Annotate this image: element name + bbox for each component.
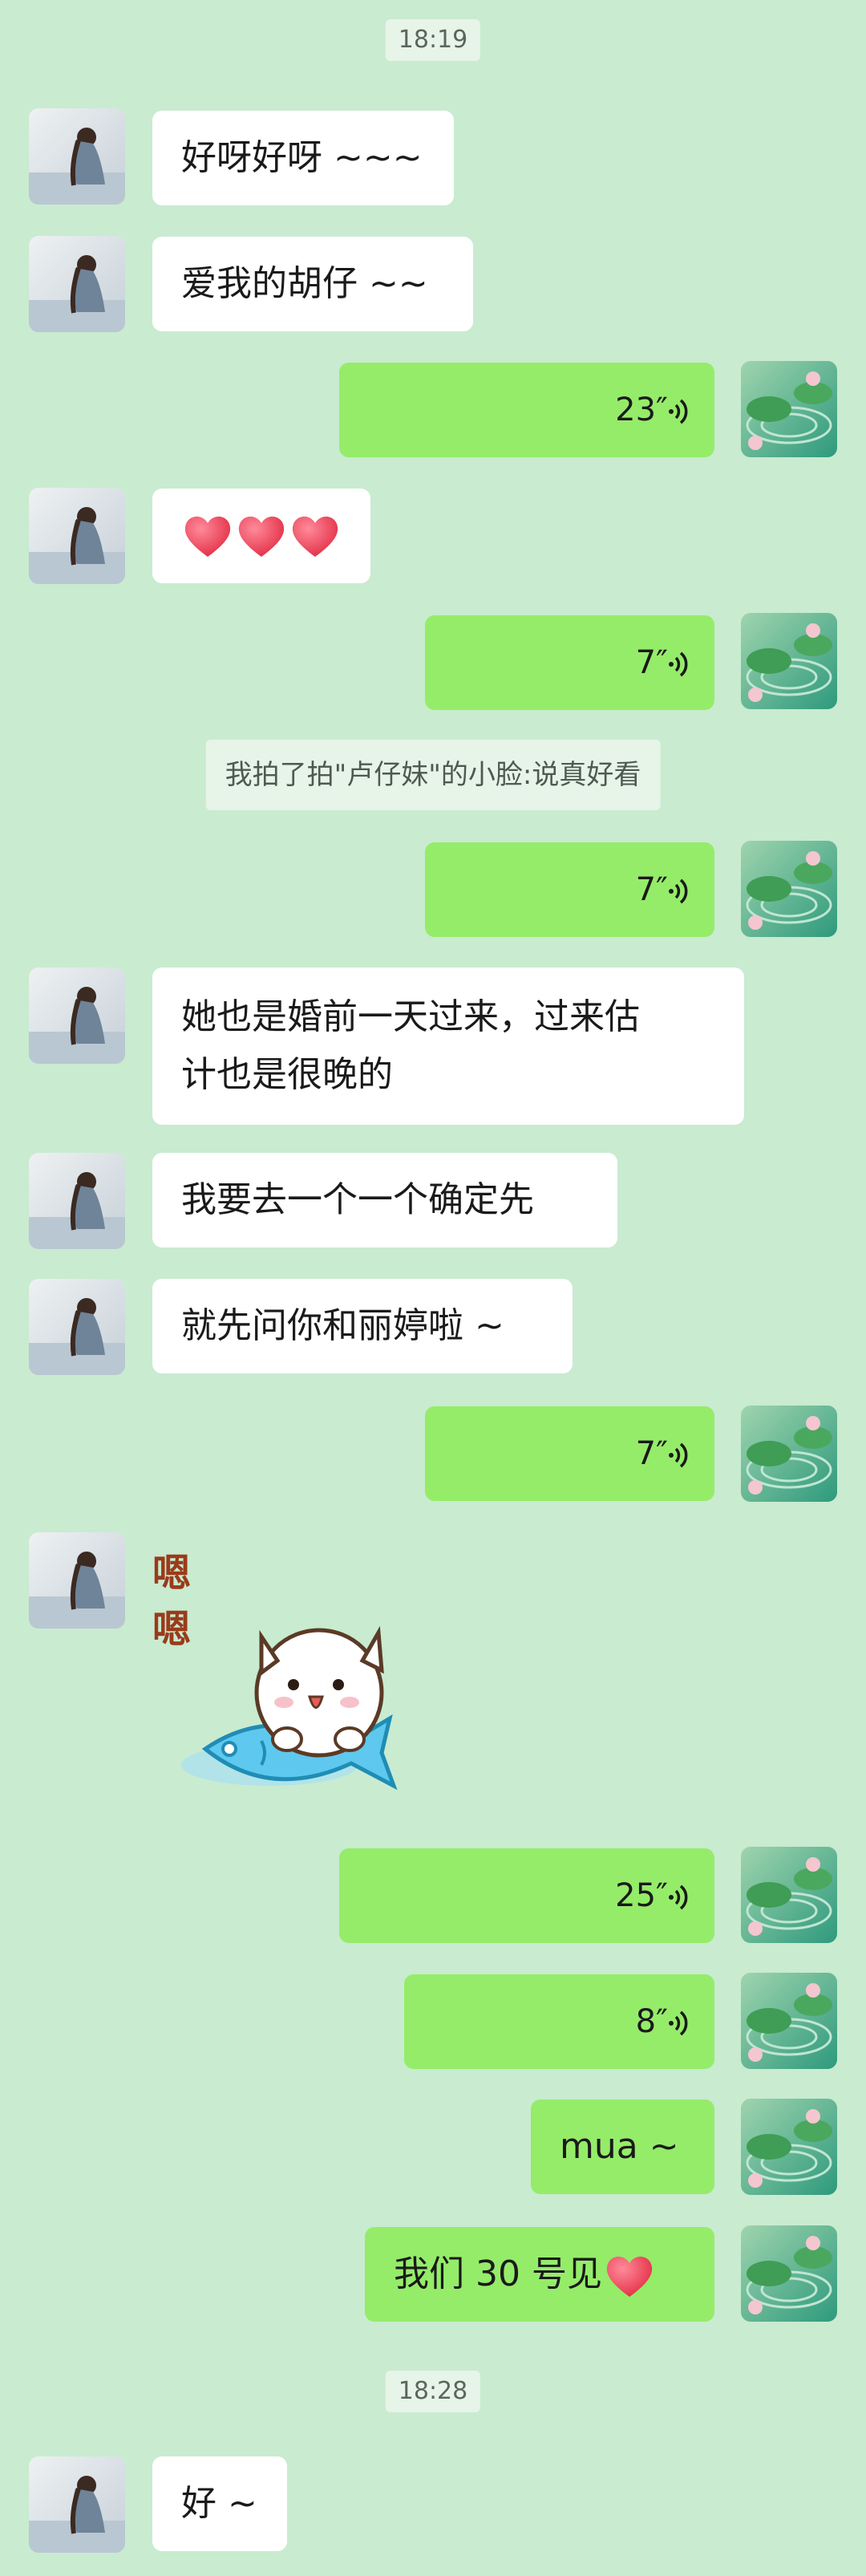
voice-duration: 25″ [615, 1877, 668, 1914]
cat-on-fish-sticker[interactable]: 嗯嗯 [149, 1532, 438, 1821]
contact-avatar[interactable] [29, 236, 125, 332]
voice-duration: 7″ [635, 644, 668, 681]
contact-avatar[interactable] [29, 488, 125, 584]
message-bubble[interactable] [152, 489, 370, 583]
message-text-line: 她也是婚前一天过来，过来估 [181, 996, 640, 1037]
contact-avatar[interactable] [29, 968, 125, 1064]
message-bubble[interactable]: mua ~ [531, 2099, 714, 2194]
message-text: 我要去一个一个确定先 [181, 1179, 534, 1220]
my-avatar[interactable] [741, 841, 837, 937]
sticker-text: 嗯嗯 [152, 1551, 192, 1652]
voice-duration: 8″ [635, 2003, 668, 2040]
message-text: 好呀好呀 ~~~ [181, 137, 423, 178]
my-avatar[interactable] [741, 1406, 837, 1502]
heart-emoji-icon [606, 2256, 653, 2297]
voice-wave-icon [669, 2010, 688, 2036]
message-text: 我们 30 号见 [394, 2253, 602, 2294]
contact-avatar[interactable] [29, 1153, 125, 1249]
message-bubble[interactable]: 好 ~ [152, 2456, 287, 2551]
my-avatar[interactable] [741, 1973, 837, 2069]
voice-wave-icon [669, 399, 688, 424]
my-avatar[interactable] [741, 361, 837, 457]
heart-emoji-icon [184, 516, 338, 557]
message-bubble[interactable]: 就先问你和丽婷啦 ~ [152, 1279, 573, 1373]
timestamp: 18:28 [385, 2371, 481, 2412]
timestamp: 18:19 [385, 19, 481, 61]
message-text: 就先问你和丽婷啦 ~ [181, 1305, 504, 1346]
voice-message[interactable]: 8″ [404, 1974, 714, 2069]
voice-wave-icon [669, 1884, 688, 1910]
voice-message[interactable]: 7″ [425, 615, 714, 710]
my-avatar[interactable] [741, 613, 837, 709]
message-text-line: 计也是很晚的 [181, 1054, 393, 1095]
message-bubble[interactable]: 爱我的胡仔 ~~ [152, 237, 473, 331]
voice-message[interactable]: 23″ [339, 363, 714, 457]
contact-avatar[interactable] [29, 2456, 125, 2553]
voice-message[interactable]: 7″ [425, 842, 714, 937]
voice-duration: 7″ [635, 871, 668, 908]
my-avatar[interactable] [741, 2225, 837, 2322]
voice-message[interactable]: 25″ [339, 1848, 714, 1943]
message-bubble[interactable]: 我要去一个一个确定先 [152, 1153, 617, 1247]
message-bubble[interactable]: 她也是婚前一天过来，过来估 计也是很晚的 [152, 968, 744, 1125]
contact-avatar[interactable] [29, 1532, 125, 1629]
voice-wave-icon [669, 1442, 688, 1468]
message-bubble[interactable]: 好呀好呀 ~~~ [152, 111, 454, 205]
contact-avatar[interactable] [29, 108, 125, 205]
system-notice: 我拍了拍"卢仔妹"的小脸:说真好看 [205, 740, 661, 810]
voice-wave-icon [669, 878, 688, 904]
message-bubble[interactable]: 我们 30 号见 [365, 2227, 714, 2322]
message-text: mua ~ [560, 2126, 679, 2167]
message-text: 好 ~ [181, 2483, 257, 2524]
voice-wave-icon [669, 651, 688, 677]
voice-duration: 7″ [635, 1435, 668, 1472]
my-avatar[interactable] [741, 2099, 837, 2195]
message-text: 爱我的胡仔 ~~ [181, 263, 428, 304]
contact-avatar[interactable] [29, 1279, 125, 1375]
my-avatar[interactable] [741, 1847, 837, 1943]
voice-duration: 23″ [615, 391, 668, 428]
voice-message[interactable]: 7″ [425, 1406, 714, 1501]
